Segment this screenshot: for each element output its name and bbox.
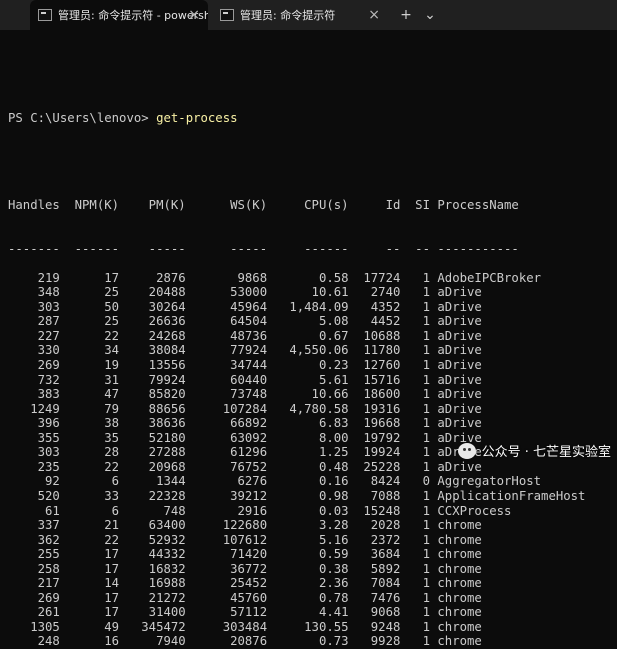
tab-label: 管理员: 命令提示符 - powersh bbox=[58, 9, 208, 22]
terminal-icon bbox=[38, 9, 52, 21]
table-separator: ------- ------ ----- ----- ------ -- -- … bbox=[8, 241, 519, 256]
watermark: 公众号 · 七芒星实验室 bbox=[457, 441, 611, 460]
process-row: 258 17 16832 36772 0.38 5892 1 chrome bbox=[8, 561, 482, 576]
process-row: 732 31 79924 60440 5.61 15716 1 aDrive bbox=[8, 372, 482, 387]
process-row: 219 17 2876 9868 0.58 17724 1 AdobeIPCBr… bbox=[8, 270, 542, 285]
process-row: 227 22 24268 48736 0.67 10688 1 aDrive bbox=[8, 328, 482, 343]
process-row: 92 6 1344 6276 0.16 8424 0 AggregatorHos… bbox=[8, 474, 542, 489]
tab-cmd[interactable]: 管理员: 命令提示符 × bbox=[212, 0, 388, 30]
close-tab-button[interactable]: × bbox=[188, 0, 200, 30]
table-header: Handles NPM(K) PM(K) WS(K) CPU(s) Id SI … bbox=[8, 198, 519, 213]
process-row: 269 17 21272 45760 0.78 7476 1 chrome bbox=[8, 590, 482, 605]
process-row: 269 19 13556 34744 0.23 12760 1 aDrive bbox=[8, 358, 482, 373]
process-row: 61 6 748 2916 0.03 15248 1 CCXProcess bbox=[8, 503, 512, 518]
tab-bar: 管理员: 命令提示符 - powersh × 管理员: 命令提示符 × + ⌄ bbox=[0, 0, 617, 30]
tab-label: 管理员: 命令提示符 bbox=[240, 9, 336, 22]
process-row: 248 16 7940 20876 0.73 9928 1 chrome bbox=[8, 634, 482, 649]
process-row: 520 33 22328 39212 0.98 7088 1 Applicati… bbox=[8, 488, 586, 503]
tab-powershell[interactable]: 管理员: 命令提示符 - powersh × bbox=[30, 0, 208, 30]
process-row: 235 22 20968 76752 0.48 25228 1 aDrive bbox=[8, 459, 482, 474]
process-row: 348 25 20488 53000 10.61 2740 1 aDrive bbox=[8, 285, 482, 300]
watermark-text: 公众号 · 七芒星实验室 bbox=[481, 445, 611, 460]
close-tab-button[interactable]: × bbox=[368, 0, 380, 30]
process-row: 396 38 38636 66892 6.83 19668 1 aDrive bbox=[8, 416, 482, 431]
process-row: 383 47 85820 73748 10.66 18600 1 aDrive bbox=[8, 387, 482, 402]
new-tab-button[interactable]: + bbox=[394, 0, 418, 30]
wechat-icon bbox=[457, 442, 476, 459]
process-row: 261 17 31400 57112 4.41 9068 1 chrome bbox=[8, 605, 482, 620]
prompt: PS C:\Users\lenovo> bbox=[8, 110, 157, 125]
process-row: 1249 79 88656 107284 4,780.58 19316 1 aD… bbox=[8, 401, 482, 416]
process-row: 1305 49 345472 303484 130.55 9248 1 chro… bbox=[8, 619, 482, 634]
command: get-process bbox=[156, 110, 238, 125]
process-row: 303 50 30264 45964 1,484.09 4352 1 aDriv… bbox=[8, 299, 482, 314]
process-row: 337 21 63400 122680 3.28 2028 1 chrome bbox=[8, 518, 482, 533]
terminal-output[interactable]: PS C:\Users\lenovo> get-process Handles … bbox=[8, 38, 617, 649]
terminal-icon bbox=[220, 9, 234, 21]
prompt-line: PS C:\Users\lenovo> get-process bbox=[8, 111, 617, 126]
process-row: 330 34 38084 77924 4,550.06 11780 1 aDri… bbox=[8, 343, 482, 358]
process-row: 287 25 26636 64504 5.08 4452 1 aDrive bbox=[8, 314, 482, 329]
process-row: 217 14 16988 25452 2.36 7084 1 chrome bbox=[8, 576, 482, 591]
chevron-down-icon[interactable]: ⌄ bbox=[420, 0, 440, 30]
process-row: 362 22 52932 107612 5.16 2372 1 chrome bbox=[8, 532, 482, 547]
process-row: 255 17 44332 71420 0.59 3684 1 chrome bbox=[8, 547, 482, 562]
